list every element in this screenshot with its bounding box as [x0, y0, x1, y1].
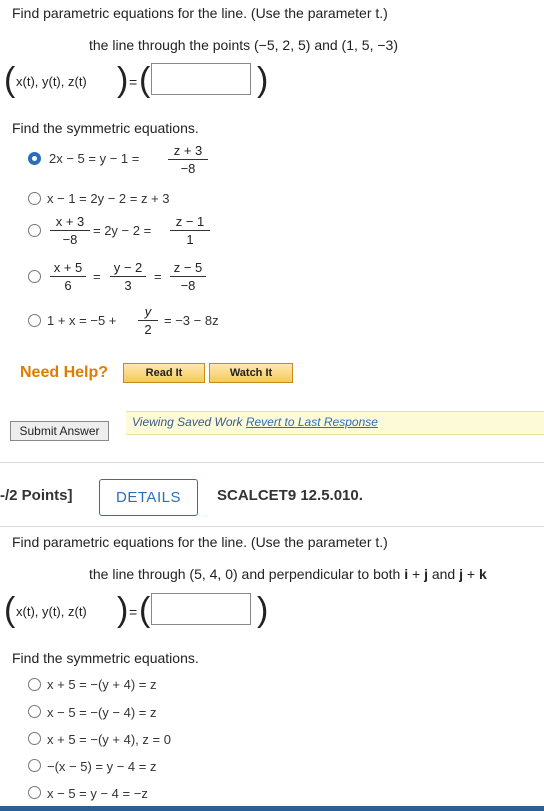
radio-button[interactable] [28, 678, 41, 691]
fraction-bar [50, 276, 86, 277]
fraction-bar [168, 159, 208, 160]
radio-button[interactable] [28, 270, 41, 283]
saved-work-bar: Viewing Saved Work Revert to Last Respon… [126, 411, 544, 435]
radio-button[interactable] [28, 732, 41, 745]
plus: + [463, 566, 479, 582]
numerator: y [144, 304, 152, 319]
q1-vector-label: x(t), y(t), z(t) [16, 74, 87, 89]
numerator: z − 5 [173, 260, 203, 275]
fraction: x + 5 6 [50, 260, 86, 293]
open-paren: ( [139, 591, 151, 629]
fraction: y 2 [138, 304, 158, 337]
denominator: 6 [64, 278, 72, 293]
option-text: x + 5 = −(y + 4), z = 0 [47, 732, 171, 747]
open-paren: ( [4, 591, 16, 629]
option-middle: = 2y − 2 = [93, 223, 152, 238]
denominator: 1 [186, 232, 194, 247]
q2-points: -/2 Points] [0, 487, 73, 504]
fraction-bar [50, 230, 90, 231]
numerator: y − 2 [113, 260, 143, 275]
denominator: 3 [124, 278, 132, 293]
q2-symmetric-prompt: Find the symmetric equations. [12, 650, 199, 666]
fraction: z − 5 −8 [170, 260, 206, 293]
close-paren: ) [117, 591, 129, 629]
radio-button[interactable] [28, 705, 41, 718]
q1-parametric-answer-input[interactable] [151, 63, 251, 95]
option-text: −(x − 5) = y − 4 = z [47, 759, 157, 774]
q1-line-description: the line through the points (−5, 2, 5) a… [89, 37, 398, 53]
bottom-bar [0, 806, 544, 811]
q2-prompt: Find parametric equations for the line. … [12, 534, 388, 550]
radio-button[interactable] [28, 786, 41, 799]
denominator: −8 [180, 161, 196, 176]
radio-button[interactable] [28, 192, 41, 205]
q2-vector-label: x(t), y(t), z(t) [16, 604, 87, 619]
fraction: z − 1 1 [170, 214, 210, 247]
close-paren: ) [117, 61, 129, 99]
and-text: and [427, 566, 460, 582]
q1-prompt: Find parametric equations for the line. … [12, 5, 388, 21]
submit-answer-button[interactable]: Submit Answer [10, 421, 109, 441]
close-paren: ) [257, 591, 269, 629]
denominator: −8 [180, 278, 196, 293]
fraction: x + 3 −8 [50, 214, 90, 247]
equals-sign: = [93, 269, 101, 284]
numerator: x + 5 [53, 260, 83, 275]
radio-button[interactable] [28, 759, 41, 772]
fraction-bar [138, 320, 158, 321]
fraction: z + 3 −8 [168, 143, 208, 176]
equals-sign: = [129, 604, 138, 620]
radio-button[interactable] [28, 314, 41, 327]
need-help-label: Need Help? [20, 364, 109, 381]
revert-link[interactable]: Revert to Last Response [246, 415, 378, 429]
read-it-button[interactable]: Read It [123, 363, 205, 383]
option-lhs: 2x − 5 = y − 1 = [49, 151, 140, 166]
radio-button-selected[interactable] [28, 152, 41, 165]
numerator: z − 1 [175, 214, 205, 229]
option-text: x − 5 = y − 4 = −z [47, 786, 148, 801]
fraction: y − 2 3 [110, 260, 146, 293]
open-paren: ( [4, 61, 16, 99]
q2-problem-code: SCALCET9 12.5.010. [217, 487, 363, 504]
details-button[interactable]: DETAILS [99, 479, 198, 516]
denominator: −8 [62, 232, 78, 247]
option-rhs: = −3 − 8z [164, 313, 219, 328]
fraction-bar [170, 230, 210, 231]
denominator: 2 [144, 322, 152, 337]
q2-parametric-answer-input[interactable] [151, 593, 251, 625]
q2-line-description: the line through (5, 4, 0) and perpendic… [89, 566, 487, 582]
option-lhs: 1 + x = −5 + [47, 313, 117, 328]
option-text: x − 5 = −(y − 4) = z [47, 705, 157, 720]
divider [0, 526, 544, 527]
q1-symmetric-prompt: Find the symmetric equations. [12, 120, 199, 136]
saved-work-text: Viewing Saved Work Revert to Last Respon… [132, 415, 378, 429]
option-text: x − 1 = 2y − 2 = z + 3 [47, 191, 170, 206]
equals-sign: = [154, 269, 162, 284]
numerator: x + 3 [55, 214, 85, 229]
radio-button[interactable] [28, 224, 41, 237]
saved-work-label: Viewing Saved Work [132, 415, 246, 429]
vector-k: k [478, 566, 487, 582]
equals-sign: = [129, 74, 138, 90]
close-paren: ) [257, 61, 269, 99]
fraction-bar [170, 276, 206, 277]
fraction-bar [110, 276, 146, 277]
watch-it-button[interactable]: Watch It [209, 363, 293, 383]
open-paren: ( [139, 61, 151, 99]
divider [0, 462, 544, 463]
plus: + [408, 566, 425, 582]
line-desc-text: the line through (5, 4, 0) and perpendic… [89, 566, 405, 582]
numerator: z + 3 [173, 143, 203, 158]
option-text: x + 5 = −(y + 4) = z [47, 677, 157, 692]
